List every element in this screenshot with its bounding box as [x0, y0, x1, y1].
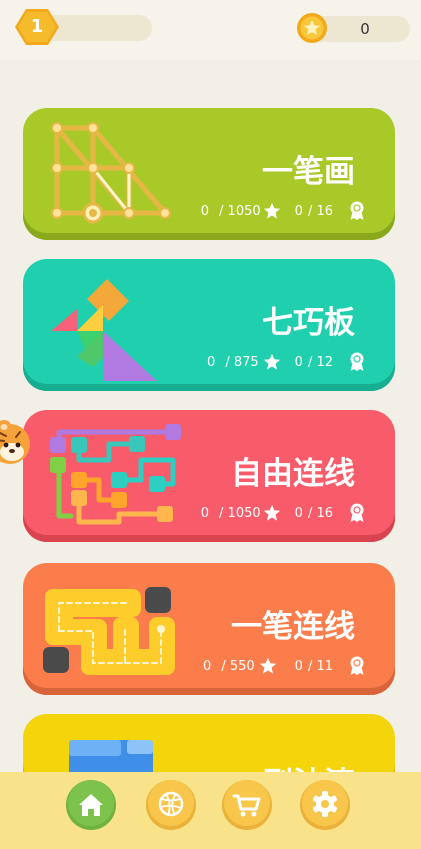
- home-icon: [66, 780, 116, 830]
- nav-home-button[interactable]: [66, 780, 116, 830]
- medals-earned: 0: [294, 354, 303, 370]
- game-stats: 0 / 1050 0 / 16: [201, 200, 365, 222]
- stars-earned: 0: [207, 354, 216, 370]
- medals-total: / 12: [307, 354, 333, 370]
- game-title: 一笔画: [262, 154, 355, 190]
- stars-total: / 550: [221, 658, 255, 674]
- game-title: 自由连线: [231, 456, 355, 492]
- star-icon: [263, 504, 280, 521]
- medals-total: / 16: [307, 505, 333, 521]
- star-icon: [263, 353, 280, 370]
- medals-earned: 0: [294, 203, 303, 219]
- stars-earned: 0: [200, 505, 210, 521]
- level-number: 1: [30, 16, 44, 37]
- medals-total: / 11: [307, 658, 333, 674]
- ball-icon: [146, 780, 196, 830]
- level-badge[interactable]: 1: [14, 7, 60, 47]
- star-icon: [259, 657, 276, 674]
- nav-settings-button[interactable]: [300, 780, 350, 830]
- coin-count: 0: [360, 20, 370, 38]
- game-stats: 0 / 1050 0 / 16: [201, 502, 365, 524]
- stars-total: / 875: [225, 354, 259, 370]
- medals-earned: 0: [294, 505, 303, 521]
- top-bar: 1 0: [0, 0, 421, 60]
- game-card-one-stroke[interactable]: 一笔画 0 / 1050 0 / 16: [23, 108, 395, 240]
- flow-connect-icon: [50, 424, 181, 525]
- tangram-icon: [51, 279, 157, 381]
- bottom-nav-bar: [0, 772, 421, 849]
- game-title: 一笔连线: [231, 609, 355, 645]
- gear-icon: [300, 780, 350, 830]
- stars-total: / 1050: [219, 505, 261, 521]
- nav-shop-button[interactable]: [222, 780, 272, 830]
- game-card-free-connect[interactable]: 自由连线 0 / 1050 0 / 16: [23, 410, 395, 542]
- stars-earned: 0: [200, 203, 210, 219]
- medal-icon: [350, 503, 364, 522]
- medal-icon: [350, 656, 364, 675]
- game-card-one-line[interactable]: 一笔连线 0 / 550 0 / 11: [23, 563, 395, 695]
- cart-icon: [222, 780, 272, 830]
- nav-ball-button[interactable]: [146, 780, 196, 830]
- one-line-path-icon: [43, 587, 175, 675]
- stars-total: / 1050: [219, 203, 261, 219]
- game-stats: 0 / 875 0 / 12: [207, 351, 365, 373]
- medal-icon: [350, 352, 364, 371]
- star-icon: [263, 202, 280, 219]
- game-card-tangram[interactable]: 七巧板 0 / 875 0 / 12: [23, 259, 395, 391]
- one-stroke-drawing-icon: [51, 122, 171, 224]
- medals-total: / 16: [307, 203, 333, 219]
- star-coin-icon: [296, 12, 328, 44]
- game-stats: 0 / 550 0 / 11: [203, 655, 365, 677]
- medals-earned: 0: [294, 658, 303, 674]
- game-title: 七巧板: [262, 305, 355, 341]
- tiger-mascot-icon[interactable]: [0, 418, 34, 470]
- medal-icon: [350, 201, 364, 220]
- stars-earned: 0: [203, 658, 212, 674]
